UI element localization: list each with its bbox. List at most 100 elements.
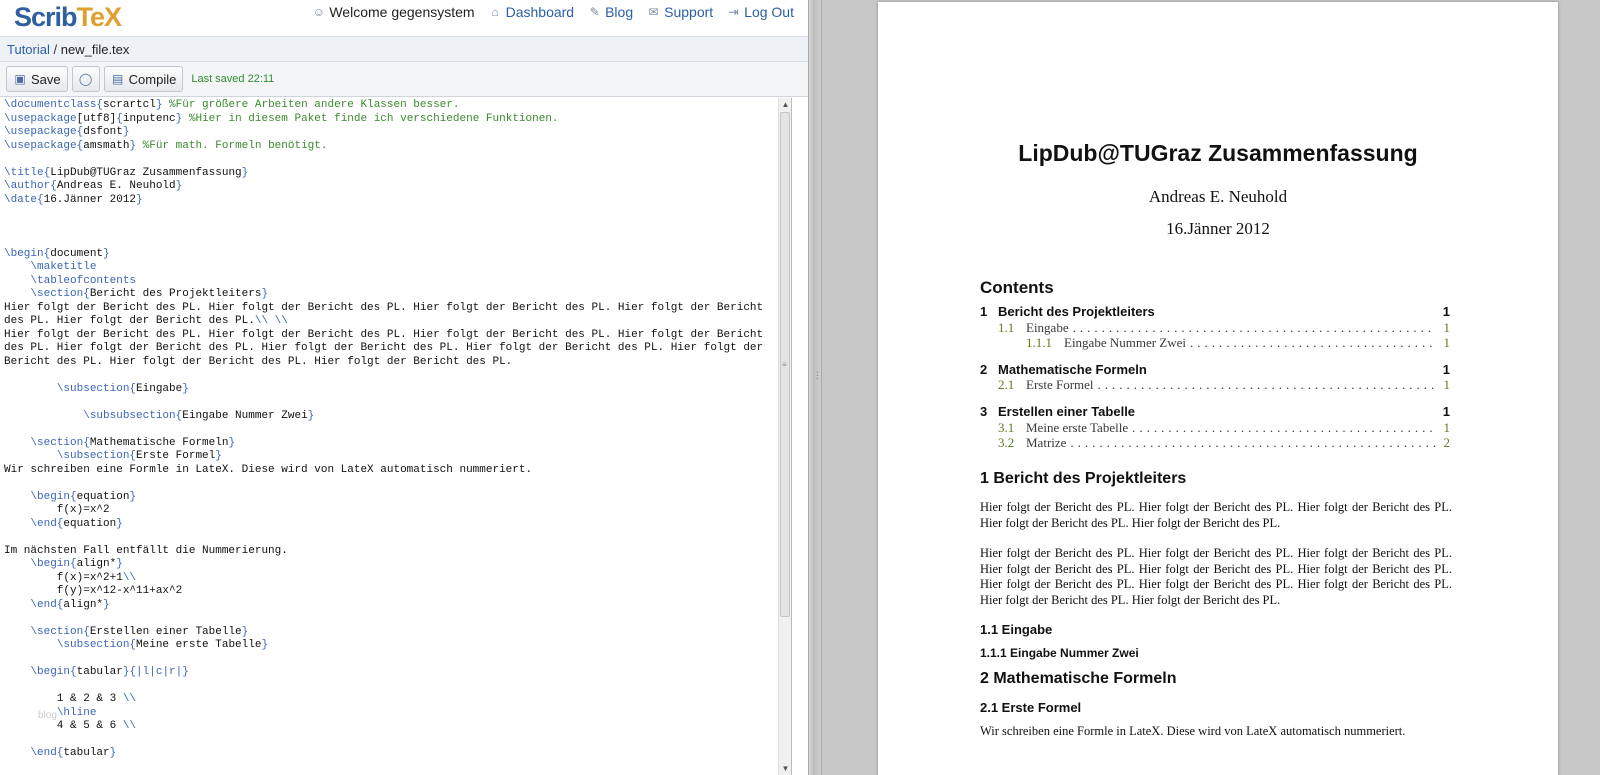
code-line[interactable]: \subsubsection{Eingabe Nummer Zwei}: [4, 410, 779, 424]
code-line[interactable]: Hier folgt der Bericht des PL. Hier folg…: [4, 302, 779, 316]
code-line[interactable]: [4, 221, 779, 235]
latex-command: \usepackage{: [4, 126, 84, 138]
code-line[interactable]: [4, 531, 779, 545]
latex-command: \\ \\: [254, 315, 288, 327]
latex-command: \author{: [4, 180, 57, 192]
code-editor[interactable]: \documentclass{scrartcl} %Für größere Ar…: [0, 98, 792, 775]
latex-command: \date{: [4, 193, 44, 206]
code-lines[interactable]: \documentclass{scrartcl} %Für größere Ar…: [4, 99, 779, 761]
code-line[interactable]: [4, 153, 779, 167]
code-line[interactable]: \usepackage{dsfont}: [4, 126, 779, 140]
latex-command: \end{: [30, 517, 64, 530]
code-line[interactable]: Hier folgt der Bericht des PL. Hier folg…: [4, 329, 779, 343]
breadcrumb-project-link[interactable]: Tutorial: [7, 42, 50, 57]
paragraph: Wir schreiben eine Formle in LateX. Dies…: [980, 724, 1406, 738]
last-saved-status: Last saved 22:11: [191, 73, 275, 85]
code-line[interactable]: [4, 207, 779, 221]
code-line[interactable]: \subsection{Erste Formel}: [4, 450, 779, 464]
code-line[interactable]: \author{Andreas E. Neuhold}: [4, 180, 779, 194]
code-line[interactable]: 1 & 2 & 3 \\: [4, 693, 779, 707]
code-line[interactable]: \begin{equation}: [4, 491, 779, 505]
code-line[interactable]: \begin{align*}: [4, 558, 779, 572]
toc-number: 2.1: [998, 377, 1015, 392]
scribtex-logo[interactable]: ScribTeX: [14, 2, 122, 33]
code-line[interactable]: \end{tabular}: [4, 747, 779, 761]
code-line[interactable]: \end{align*}: [4, 599, 779, 613]
code-line[interactable]: [4, 477, 779, 491]
code-line[interactable]: [4, 369, 779, 383]
code-line[interactable]: \title{LipDub@TUGraz Zusammenfassung}: [4, 167, 779, 181]
latex-comment: %Für größere Arbeiten andere Klassen bes…: [162, 99, 460, 111]
code-line[interactable]: \usepackage{amsmath} %Für math. Formeln …: [4, 140, 779, 154]
code-text: Bericht des PL. Hier folgt der Bericht d…: [4, 355, 513, 368]
code-line[interactable]: [4, 423, 779, 437]
toc-entry[interactable]: 1 Bericht des Projektleiters 1: [980, 304, 1450, 319]
pane-splitter[interactable]: ⋮: [808, 0, 822, 775]
code-line[interactable]: 4 & 5 & 6 \\: [4, 720, 779, 734]
pdf-preview-pane[interactable]: LipDub@TUGraz Zusammenfassung Andreas E.…: [822, 0, 1600, 775]
toc-entry[interactable]: 2.1 Erste Formel.........................…: [980, 377, 1450, 393]
nav-logout-link[interactable]: ⇥ Log Out: [727, 4, 794, 20]
toc-entry[interactable]: 3.2 Matrize..............................…: [980, 435, 1450, 451]
code-line[interactable]: \end{equation}: [4, 518, 779, 532]
latex-command: }: [241, 625, 249, 638]
latex-command: }: [129, 490, 137, 503]
code-line[interactable]: \subsection{Eingabe}: [4, 383, 779, 397]
top-nav: ☺ Welcome gegensystem ⌂ Dashboard ✎ Blog…: [312, 4, 794, 20]
latex-command: }: [109, 747, 117, 759]
code-line[interactable]: \subsection{Meine erste Tabelle}: [4, 639, 779, 653]
code-line[interactable]: \tableofcontents: [4, 275, 779, 289]
code-line[interactable]: \section{Mathematische Formeln}: [4, 437, 779, 451]
compile-button[interactable]: ▤ Compile: [103, 66, 184, 92]
latex-command: }: [228, 436, 236, 449]
code-line[interactable]: \begin{document}: [4, 248, 779, 262]
code-line[interactable]: \begin{tabular}{|l|c|r|}: [4, 666, 779, 680]
code-line[interactable]: \section{Erstellen einer Tabelle}: [4, 626, 779, 640]
code-line[interactable]: Bericht des PL. Hier folgt der Bericht d…: [4, 356, 779, 370]
scroll-down-arrow-icon[interactable]: ▼: [779, 762, 791, 775]
toc-label: Bericht des Projektleiters: [998, 304, 1155, 319]
code-line[interactable]: f(x)=x^2: [4, 504, 779, 518]
code-line[interactable]: \section{Bericht des Projektleiters}: [4, 288, 779, 302]
code-line[interactable]: [4, 234, 779, 248]
toc-entry[interactable]: 1.1.1 Eingabe Nummer Zwei................…: [980, 335, 1450, 351]
latex-command: }: [307, 409, 315, 422]
code-line[interactable]: \documentclass{scrartcl} %Für größere Ar…: [4, 99, 779, 113]
nav-blog-link[interactable]: ✎ Blog: [588, 4, 634, 20]
code-line[interactable]: Wir schreiben eine Formle in LateX. Dies…: [4, 464, 779, 478]
nav-support-link[interactable]: ✉ Support: [647, 4, 714, 20]
code-line[interactable]: [4, 612, 779, 626]
code-line[interactable]: [4, 396, 779, 410]
code-line[interactable]: \date{16.Jänner 2012}: [4, 194, 779, 208]
latex-command: \subsection{: [56, 639, 137, 651]
code-line[interactable]: f(y)=x^12-x^11+ax^2: [4, 585, 779, 599]
code-line[interactable]: des PL. Hier folgt der Bericht des PL.\\…: [4, 315, 779, 329]
toc-leader-dots: ........................................…: [1190, 335, 1436, 350]
code-line[interactable]: Im nächsten Fall entfällt die Nummerieru…: [4, 545, 779, 559]
code-line[interactable]: [4, 734, 779, 748]
code-line[interactable]: f(x)=x^2+1\\: [4, 572, 779, 586]
scroll-up-arrow-icon[interactable]: ▲: [779, 98, 791, 111]
comment-button[interactable]: ◯: [71, 66, 100, 92]
toc-entry[interactable]: 1.1 Eingabe..............................…: [980, 320, 1450, 336]
toc-entry[interactable]: 2 Mathematische Formeln 1: [980, 362, 1450, 377]
code-text: document: [50, 247, 104, 260]
code-line[interactable]: \usepackage[utf8]{inputenc} %Hier in die…: [4, 113, 779, 127]
toc-entry[interactable]: 3 Erstellen einer Tabelle 1: [980, 404, 1450, 419]
code-line[interactable]: des PL. Hier folgt der Bericht des PL. H…: [4, 342, 779, 356]
nav-dashboard-link[interactable]: ⌂ Dashboard: [489, 4, 574, 20]
toc-page-number: 2: [1443, 435, 1451, 450]
toc-leader-dots: ........................................…: [1132, 420, 1436, 435]
toc-entry[interactable]: 3.1 Meine erste Tabelle..................…: [980, 420, 1450, 436]
code-line[interactable]: [4, 680, 779, 694]
code-line[interactable]: [4, 653, 779, 667]
document-author: Andreas E. Neuhold: [1148, 187, 1288, 206]
speech-bubble-icon: ◯: [78, 72, 93, 86]
editor-vertical-scrollbar[interactable]: ▲ ≡ ▼: [778, 98, 791, 775]
save-button[interactable]: ▣ Save: [6, 66, 68, 92]
code-line[interactable]: \hline: [4, 707, 779, 721]
latex-command: \end{: [30, 598, 64, 611]
code-line[interactable]: \maketitle: [4, 261, 779, 275]
toc-label: Mathematische Formeln: [998, 362, 1147, 377]
toc-page-number: 1: [1443, 377, 1451, 392]
